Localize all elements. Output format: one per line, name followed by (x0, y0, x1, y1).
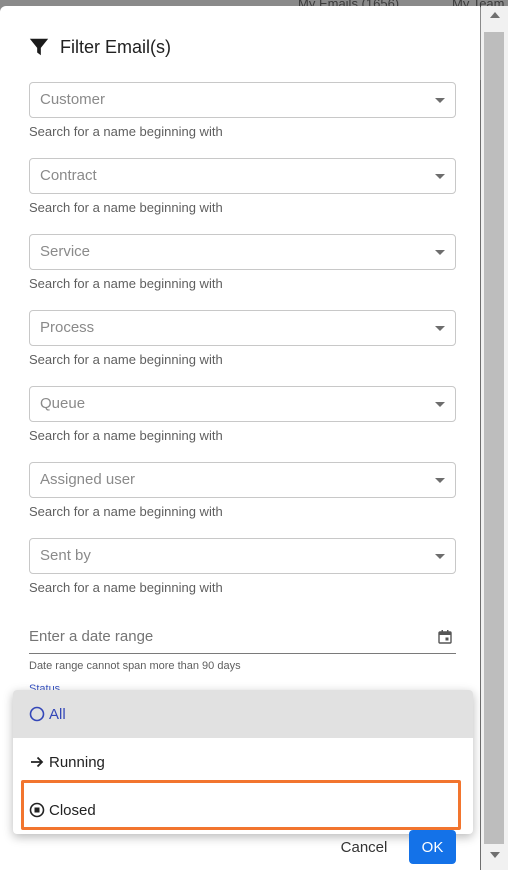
date-range-placeholder: Enter a date range (29, 628, 154, 645)
chevron-down-icon (435, 174, 445, 179)
status-option-label: Closed (49, 801, 96, 819)
customer-select[interactable]: Customer (29, 82, 456, 118)
date-range-hint: Date range cannot span more than 90 days (29, 660, 241, 672)
ok-button[interactable]: OK (409, 830, 456, 864)
queue-select[interactable]: Queue (29, 386, 456, 422)
chevron-down-icon (435, 402, 445, 407)
service-select[interactable]: Service (29, 234, 456, 270)
contract-placeholder: Contract (40, 167, 97, 184)
sent-by-select[interactable]: Sent by (29, 538, 456, 574)
customer-hint: Search for a name beginning with (29, 124, 223, 139)
service-hint: Search for a name beginning with (29, 276, 223, 291)
chevron-down-icon (435, 98, 445, 103)
sent-by-placeholder: Sent by (40, 547, 91, 564)
chevron-down-icon (435, 554, 445, 559)
scroll-up-icon[interactable] (490, 12, 500, 18)
assigned-user-select[interactable]: Assigned user (29, 462, 456, 498)
circle-outline-icon (29, 706, 45, 722)
process-hint: Search for a name beginning with (29, 352, 223, 367)
contract-select[interactable]: Contract (29, 158, 456, 194)
status-option-all[interactable]: All (13, 690, 473, 738)
status-option-running[interactable]: Running (13, 738, 473, 786)
dialog-header: Filter Email(s) (28, 34, 171, 60)
contract-hint: Search for a name beginning with (29, 200, 223, 215)
scrollbar[interactable] (481, 6, 508, 870)
customer-placeholder: Customer (40, 91, 106, 108)
dialog-title: Filter Email(s) (60, 36, 171, 57)
status-option-closed[interactable]: Closed (13, 786, 473, 834)
chevron-down-icon (435, 478, 445, 483)
assigned-user-hint: Search for a name beginning with (29, 504, 223, 519)
cancel-button[interactable]: Cancel (332, 832, 396, 862)
arrow-right-icon (31, 756, 44, 768)
queue-hint: Search for a name beginning with (29, 428, 223, 443)
queue-placeholder: Queue (40, 395, 86, 412)
process-select[interactable]: Process (29, 310, 456, 346)
date-range-input[interactable]: Enter a date range (29, 622, 456, 654)
assigned-user-placeholder: Assigned user (40, 471, 136, 488)
process-placeholder: Process (40, 319, 95, 336)
status-dropdown: All Running Closed (13, 690, 473, 834)
stop-circle-icon (29, 802, 45, 818)
scroll-thumb[interactable] (484, 32, 504, 844)
calendar-icon[interactable] (438, 630, 452, 644)
status-option-label: All (49, 705, 66, 723)
service-placeholder: Service (40, 243, 91, 260)
scroll-down-icon[interactable] (490, 852, 500, 858)
chevron-down-icon (435, 250, 445, 255)
sent-by-hint: Search for a name beginning with (29, 580, 223, 595)
status-option-label: Running (49, 753, 105, 771)
filter-icon (29, 38, 49, 56)
chevron-down-icon (435, 326, 445, 331)
